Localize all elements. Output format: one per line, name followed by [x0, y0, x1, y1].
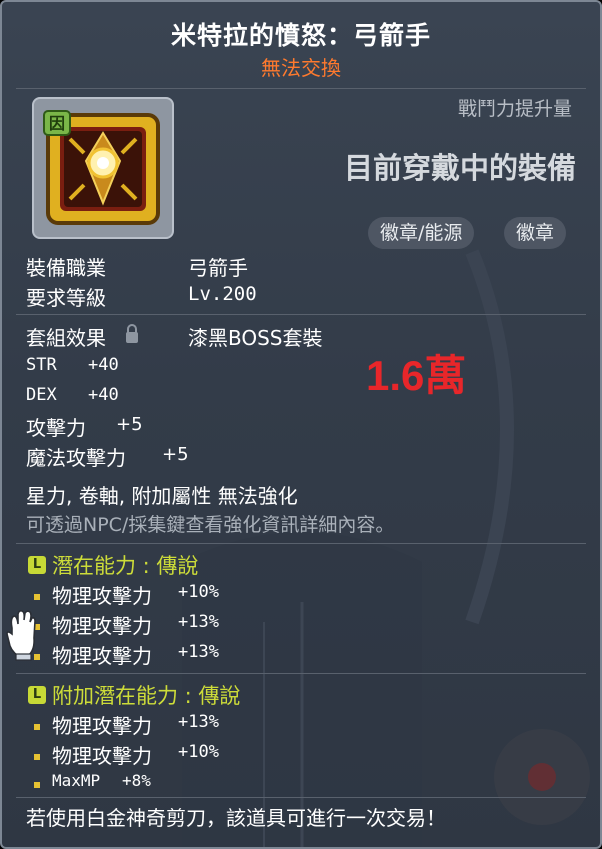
- job-label: 裝備職業: [26, 256, 106, 280]
- bullet: [34, 594, 40, 600]
- potential-line-name: 物理攻擊力: [52, 584, 152, 608]
- potential-rank-badge: L: [28, 556, 46, 574]
- divider: [16, 543, 586, 544]
- glove-cursor-icon: [6, 610, 36, 661]
- tag-emblem: 徽章: [504, 217, 567, 249]
- bullet: [34, 724, 40, 730]
- enhance-note: 星力, 卷軸, 附加屬性 無法強化: [26, 484, 298, 508]
- potential-line-name: 物理攻擊力: [52, 644, 152, 668]
- stat-name: STR: [26, 355, 57, 375]
- bonus-potential-title: 附加潛在能力 : 傳說: [52, 684, 241, 708]
- potential-line-value: +13%: [178, 612, 219, 632]
- combat-power-label: 戰鬥力提升量: [457, 98, 572, 120]
- bullet: [34, 782, 40, 788]
- divider: [16, 88, 586, 89]
- item-icon-frame: 因: [32, 97, 174, 239]
- set-label: 套組效果: [26, 326, 106, 350]
- npc-note: 可透過NPC/採集鍵查看強化資訊詳細內容。: [26, 514, 395, 536]
- potential-line-value: +13%: [178, 642, 219, 662]
- svg-text:因: 因: [49, 114, 65, 133]
- divider: [16, 314, 586, 315]
- lock-icon: [126, 324, 138, 343]
- potential-line-name: 物理攻擊力: [52, 614, 152, 638]
- bonus-line-name: 物理攻擊力: [52, 744, 152, 768]
- bonus-line-value: +13%: [178, 712, 219, 732]
- price-overlay: 1.6萬: [366, 352, 467, 399]
- bonus-line-value: +10%: [178, 742, 219, 762]
- level-value: Lv.200: [188, 283, 257, 305]
- potential-title: 潛在能力 : 傳說: [52, 554, 199, 578]
- stat-name: 魔法攻擊力: [26, 446, 126, 470]
- potential-line-value: +10%: [178, 582, 219, 602]
- stat-value: +5: [116, 414, 143, 435]
- tag-emblem-energy: 徽章/能源: [368, 217, 475, 249]
- bonus-potential-rank-badge: L: [28, 686, 46, 704]
- item-title: 米特拉的憤怒：弓箭手: [170, 21, 431, 50]
- job-value: 弓箭手: [188, 256, 248, 280]
- item-tooltip: 米特拉的憤怒：弓箭手 無法交換 因 戰鬥力提升量 目前穿戴中的裝備 徽章/能源 …: [0, 0, 602, 849]
- trade-status: 無法交換: [261, 56, 341, 80]
- trade-scissors-note: 若使用白金神奇剪刀，該道具可進行一次交易！: [26, 806, 446, 830]
- equipped-label: 目前穿戴中的裝備: [343, 151, 576, 185]
- stat-value: +5: [162, 444, 189, 465]
- bullet: [34, 754, 40, 760]
- stat-value: +40: [88, 385, 119, 405]
- bonus-line-name: 物理攻擊力: [52, 714, 152, 738]
- stat-value: +40: [88, 355, 119, 375]
- bonus-line-name: MaxMP: [52, 771, 101, 790]
- divider: [16, 797, 586, 798]
- stat-name: DEX: [26, 385, 57, 405]
- emblem-item-icon: 因: [43, 110, 160, 225]
- divider: [16, 673, 586, 674]
- stat-name: 攻擊力: [26, 416, 86, 440]
- set-value: 漆黑BOSS套裝: [188, 326, 323, 350]
- bonus-line-value: +8%: [122, 771, 151, 790]
- level-label: 要求等級: [26, 286, 106, 310]
